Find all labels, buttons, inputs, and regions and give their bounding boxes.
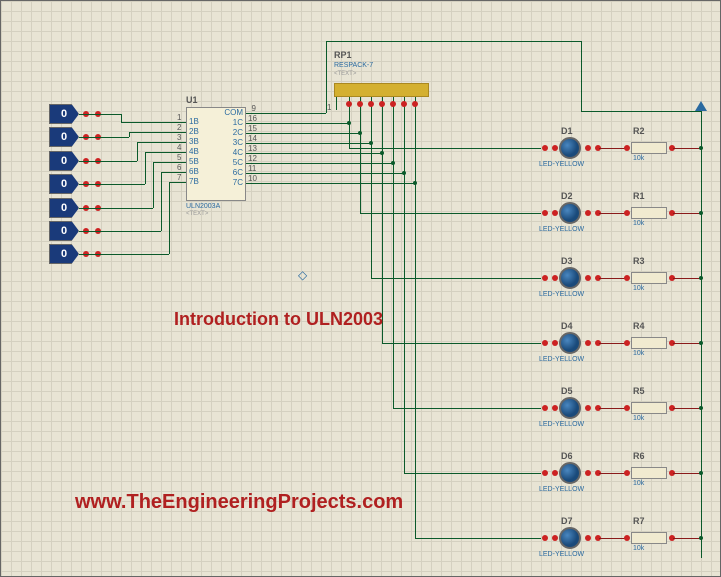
led-ref: D7 — [561, 516, 573, 526]
origin-marker: ◇ — [298, 268, 307, 282]
res-ref: R4 — [633, 321, 645, 331]
logic-input-2[interactable]: 0 — [49, 127, 79, 147]
ic-ref: U1 — [186, 95, 198, 105]
led-ref: D5 — [561, 386, 573, 396]
ic-sub: <TEXT> — [186, 211, 208, 217]
res-ref: R1 — [633, 191, 645, 201]
res-ref: R2 — [633, 126, 645, 136]
respack-sub: <TEXT> — [334, 71, 356, 77]
res-ref: R5 — [633, 386, 645, 396]
led-part: LED-YELLOW — [539, 226, 584, 233]
led-ref: D3 — [561, 256, 573, 266]
led-ref: D6 — [561, 451, 573, 461]
title-text: Introduction to ULN2003 — [174, 309, 383, 330]
schematic-canvas: 0000000 U1 ULN2003A <TEXT> 11B22B33B44B5… — [0, 0, 721, 577]
res-ref: R6 — [633, 451, 645, 461]
res-val: 10k — [633, 545, 644, 552]
respack-part: RESPACK-7 — [334, 62, 373, 69]
logic-input-3[interactable]: 0 — [49, 151, 79, 171]
res-val: 10k — [633, 480, 644, 487]
res-val: 10k — [633, 415, 644, 422]
logic-input-1[interactable]: 0 — [49, 104, 79, 124]
res-ref: R3 — [633, 256, 645, 266]
led-part: LED-YELLOW — [539, 421, 584, 428]
ic-part: ULN2003A — [186, 203, 220, 210]
website-text: www.TheEngineeringProjects.com — [75, 491, 403, 514]
res-val: 10k — [633, 155, 644, 162]
led-part: LED-YELLOW — [539, 291, 584, 298]
led-part: LED-YELLOW — [539, 486, 584, 493]
logic-input-6[interactable]: 0 — [49, 221, 79, 241]
logic-input-4[interactable]: 0 — [49, 174, 79, 194]
res-val: 10k — [633, 350, 644, 357]
respack-ref: RP1 — [334, 50, 352, 60]
led-ref: D1 — [561, 126, 573, 136]
res-val: 10k — [633, 220, 644, 227]
power-rail — [695, 101, 707, 111]
led-part: LED-YELLOW — [539, 161, 584, 168]
logic-input-5[interactable]: 0 — [49, 198, 79, 218]
led-ref: D2 — [561, 191, 573, 201]
res-val: 10k — [633, 285, 644, 292]
led-part: LED-YELLOW — [539, 551, 584, 558]
logic-input-7[interactable]: 0 — [49, 244, 79, 264]
led-ref: D4 — [561, 321, 573, 331]
res-ref: R7 — [633, 516, 645, 526]
respack-pin1: 1 — [327, 103, 331, 112]
led-part: LED-YELLOW — [539, 356, 584, 363]
